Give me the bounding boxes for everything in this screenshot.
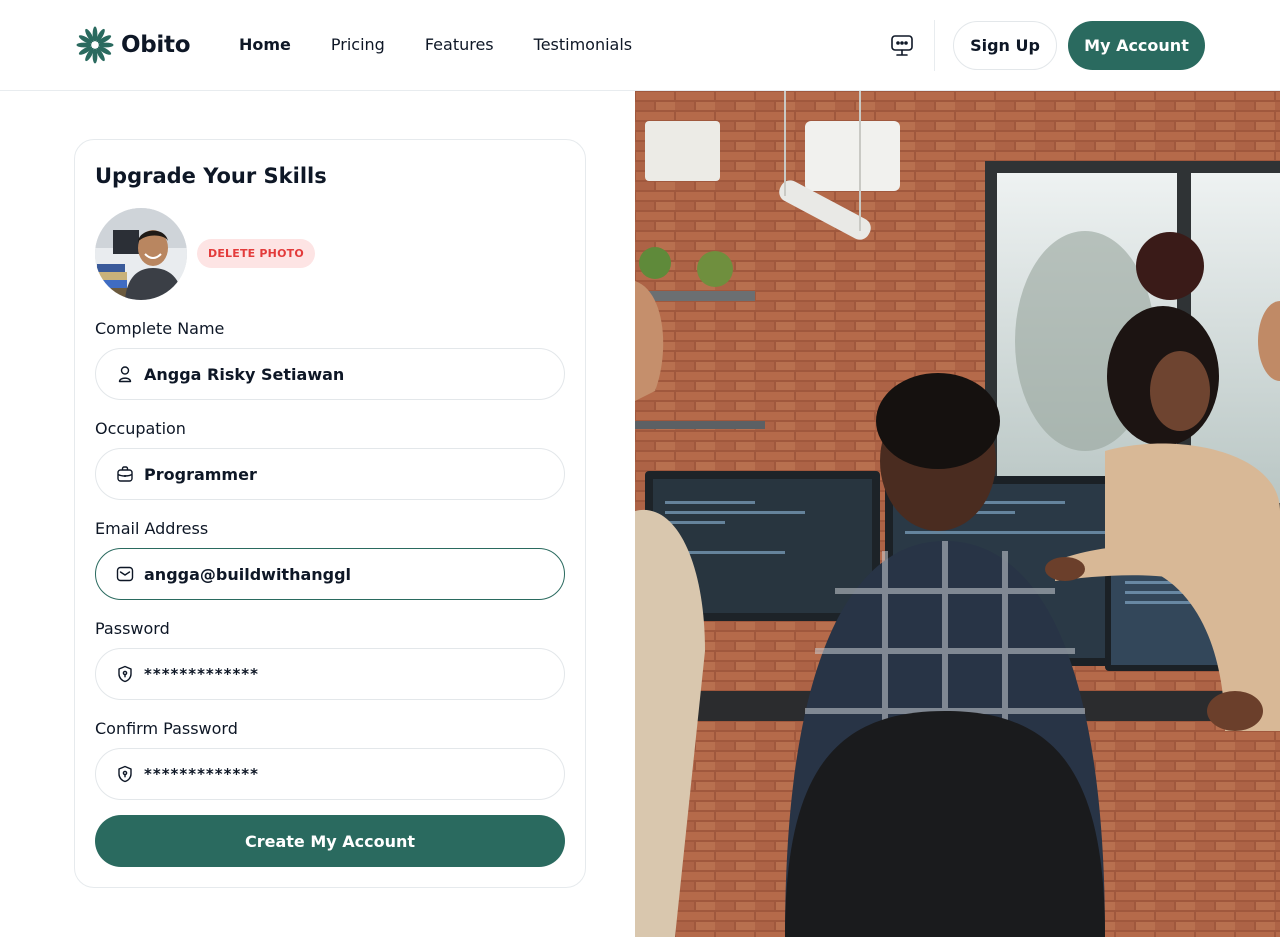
password-input[interactable]: [144, 665, 544, 683]
nav-item-features[interactable]: Features: [425, 34, 494, 56]
email-field[interactable]: [95, 548, 565, 600]
flower-logo-icon: [76, 26, 114, 64]
briefcase-icon: [117, 466, 133, 482]
mail-icon: [116, 566, 134, 582]
name-input[interactable]: [144, 364, 544, 384]
name-field[interactable]: [95, 348, 565, 400]
confirm-password-field[interactable]: [95, 748, 565, 800]
my-account-button[interactable]: My Account: [1068, 21, 1205, 70]
nav-item-pricing[interactable]: Pricing: [331, 34, 385, 56]
site-header: Obito Home Pricing Features Testimonials…: [0, 0, 1280, 91]
main-nav: Home Pricing Features Testimonials: [239, 34, 672, 56]
confirm-password-label: Confirm Password: [95, 719, 238, 738]
brand-name: Obito: [121, 32, 191, 58]
delete-photo-button[interactable]: DELETE PHOTO: [197, 239, 315, 268]
email-input[interactable]: [144, 564, 544, 584]
sign-up-button[interactable]: Sign Up: [953, 21, 1057, 70]
email-label: Email Address: [95, 519, 209, 538]
occupation-label: Occupation: [95, 419, 186, 438]
password-label: Password: [95, 619, 170, 638]
avatar[interactable]: [95, 208, 187, 300]
shield-lock-icon: [118, 665, 132, 683]
signup-form-card: Upgrade Your Skills DELETE PHOTO Complet…: [74, 139, 586, 888]
hero-office-photo: [635, 91, 1280, 937]
create-account-button[interactable]: Create My Account: [95, 815, 565, 867]
password-field[interactable]: [95, 648, 565, 700]
brand-logo[interactable]: Obito: [76, 26, 191, 64]
user-icon: [118, 366, 132, 383]
header-divider: [934, 20, 935, 71]
confirm-password-input[interactable]: [144, 765, 544, 783]
occupation-input[interactable]: [144, 464, 544, 484]
office-scene-illustration: [635, 91, 1280, 937]
occupation-field[interactable]: [95, 448, 565, 500]
shield-lock-icon: [118, 765, 132, 783]
nav-item-home[interactable]: Home: [239, 34, 291, 56]
profile-photo: [95, 208, 187, 300]
chat-monitor-icon[interactable]: [889, 33, 915, 59]
form-title: Upgrade Your Skills: [95, 164, 327, 188]
name-label: Complete Name: [95, 319, 225, 338]
nav-item-testimonials[interactable]: Testimonials: [534, 34, 633, 56]
